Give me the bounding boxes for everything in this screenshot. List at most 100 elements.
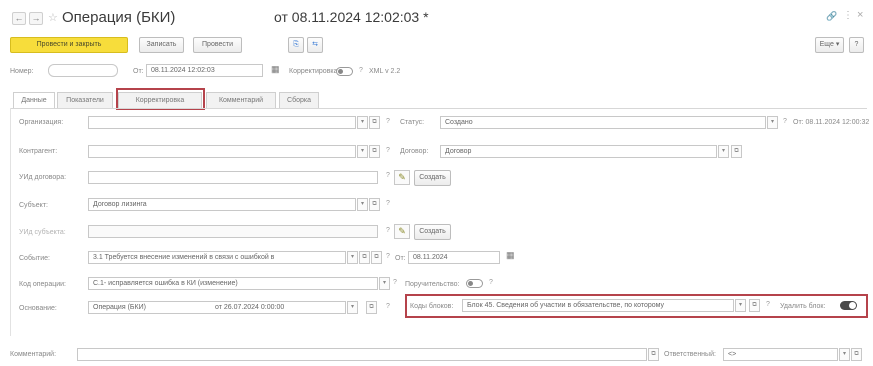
structure-icon[interactable]: ⇆ (307, 37, 323, 53)
contract-uid-label: УИд договора: (19, 174, 67, 181)
guarantee-label: Поручительство: (405, 281, 460, 288)
contract-uid-field[interactable] (88, 171, 378, 184)
block-codes-label: Коды блоков: (410, 303, 454, 310)
tab-comment[interactable]: Комментарий (206, 92, 276, 108)
edit-pencil-icon[interactable]: ✎ (394, 170, 410, 185)
more-vertical-icon[interactable]: ⋮ (843, 10, 853, 21)
help-icon[interactable]: ? (386, 172, 390, 179)
dropdown-icon[interactable]: ▾ (379, 277, 390, 290)
comment-label: Комментарий: (10, 351, 57, 358)
document-date-title: от 08.11.2024 12:02:03 * (274, 9, 429, 25)
number-field[interactable] (48, 64, 118, 77)
correction-toggle[interactable] (336, 67, 353, 76)
contract-field[interactable]: Договор (440, 145, 717, 158)
contractor-label: Контрагент: (19, 148, 58, 155)
dropdown-icon[interactable]: ▾ (347, 251, 358, 264)
help-icon[interactable]: ? (386, 118, 390, 125)
panel-left-border (10, 108, 11, 336)
dropdown-icon[interactable]: ▾ (718, 145, 729, 158)
tab-panel-border (10, 108, 867, 109)
help-icon[interactable]: ? (386, 200, 390, 207)
tab-indicators[interactable]: Показатели (57, 92, 113, 108)
open-icon[interactable]: ⧉ (369, 198, 380, 211)
help-icon[interactable]: ? (766, 301, 770, 308)
subject-field[interactable]: Договор лизинга (88, 198, 356, 211)
link-icon[interactable]: 🔗 (826, 11, 837, 22)
dropdown-icon[interactable]: ▾ (357, 198, 368, 211)
related-docs-icon[interactable]: ⎘ (288, 37, 304, 53)
dropdown-icon[interactable]: ▾ (767, 116, 778, 129)
responsible-label: Ответственный: (664, 351, 716, 358)
help-icon[interactable]: ? (386, 303, 390, 310)
contract-label: Договор: (400, 148, 429, 155)
help-icon[interactable]: ? (359, 67, 363, 74)
comment-field[interactable] (77, 348, 647, 361)
open-icon[interactable]: ⧉ (749, 299, 760, 312)
open-icon[interactable]: ⧉ (369, 116, 380, 129)
status-label: Статус: (400, 119, 425, 126)
open-icon[interactable]: ⧉ (648, 348, 659, 361)
correction-label: Корректировка: (289, 68, 340, 75)
calendar-icon[interactable]: ▦ (271, 64, 280, 75)
event-field[interactable]: 3.1 Требуется внесение изменений в связи… (88, 251, 346, 264)
open-icon[interactable]: ⧉ (371, 251, 382, 264)
open-icon[interactable]: ⧉ (366, 301, 377, 314)
close-icon[interactable]: × (857, 9, 863, 21)
open-icon[interactable]: ⧉ (369, 145, 380, 158)
open-icon[interactable]: ⧉ (359, 251, 370, 264)
forward-button[interactable]: → (29, 12, 43, 25)
edit-pencil-icon[interactable]: ✎ (394, 224, 410, 239)
basis-document: Операция (БКИ) (93, 304, 146, 311)
event-date-field[interactable]: 08.11.2024 (408, 251, 500, 264)
subject-label: Субъект: (19, 202, 48, 209)
open-icon[interactable]: ⧉ (731, 145, 742, 158)
subject-uid-field[interactable] (88, 225, 378, 238)
responsible-field[interactable]: <> (723, 348, 838, 361)
date-label: От: (133, 68, 144, 75)
delete-block-label: Удалить блок: (780, 303, 826, 310)
basis-field[interactable]: Операция (БКИ) от 26.07.2024 0:00:00 (88, 301, 346, 314)
help-icon[interactable]: ? (386, 147, 390, 154)
save-button[interactable]: Записать (139, 37, 184, 53)
event-label: Событие: (19, 255, 50, 262)
dropdown-icon[interactable]: ▾ (735, 299, 746, 312)
create-uid-button[interactable]: Создать (414, 170, 451, 186)
delete-block-toggle[interactable] (840, 301, 857, 310)
date-field[interactable]: 08.11.2024 12:02:03 (146, 64, 263, 77)
create-subject-uid-button[interactable]: Создать (414, 224, 451, 240)
open-icon[interactable]: ⧉ (851, 348, 862, 361)
number-label: Номер: (10, 68, 34, 75)
operation-code-label: Код операции: (19, 281, 66, 288)
post-button[interactable]: Провести (193, 37, 242, 53)
help-icon[interactable]: ? (783, 118, 787, 125)
dropdown-icon[interactable]: ▾ (839, 348, 850, 361)
help-icon[interactable]: ? (386, 253, 390, 260)
organization-field[interactable] (88, 116, 356, 129)
help-icon[interactable]: ? (386, 227, 390, 234)
more-actions-button[interactable]: Еще ▾ (815, 37, 844, 53)
organization-label: Организация: (19, 119, 64, 126)
guarantee-toggle[interactable] (466, 279, 483, 288)
operation-code-field[interactable]: С.1- исправляется ошибка в КИ (изменение… (88, 277, 378, 290)
status-field[interactable]: Создано (440, 116, 766, 129)
help-icon[interactable]: ? (393, 279, 397, 286)
dropdown-icon[interactable]: ▾ (357, 145, 368, 158)
back-button[interactable]: ← (12, 12, 26, 25)
xml-version-label: XML v 2.2 (369, 68, 401, 75)
dropdown-icon[interactable]: ▾ (357, 116, 368, 129)
status-date: От: 08.11.2024 12:00:32 (793, 119, 870, 126)
subject-uid-label: УИд субъекта: (19, 229, 66, 236)
help-icon[interactable]: ? (489, 279, 493, 286)
window-title: Операция (БКИ) (62, 9, 176, 26)
contractor-field[interactable] (88, 145, 356, 158)
tab-data[interactable]: Данные (13, 92, 55, 109)
calendar-icon[interactable]: ▦ (506, 250, 515, 261)
dropdown-icon[interactable]: ▾ (347, 301, 358, 314)
block-codes-field[interactable]: Блок 45. Сведения об участии в обязатель… (462, 299, 734, 312)
help-button[interactable]: ? (849, 37, 864, 53)
post-and-close-button[interactable]: Провести и закрыть (10, 37, 128, 53)
tab-assembly[interactable]: Сборка (279, 92, 319, 108)
favorite-star-icon[interactable]: ☆ (48, 11, 58, 24)
event-date-label: От: (395, 255, 406, 262)
tab-correction-highlight (116, 88, 205, 110)
